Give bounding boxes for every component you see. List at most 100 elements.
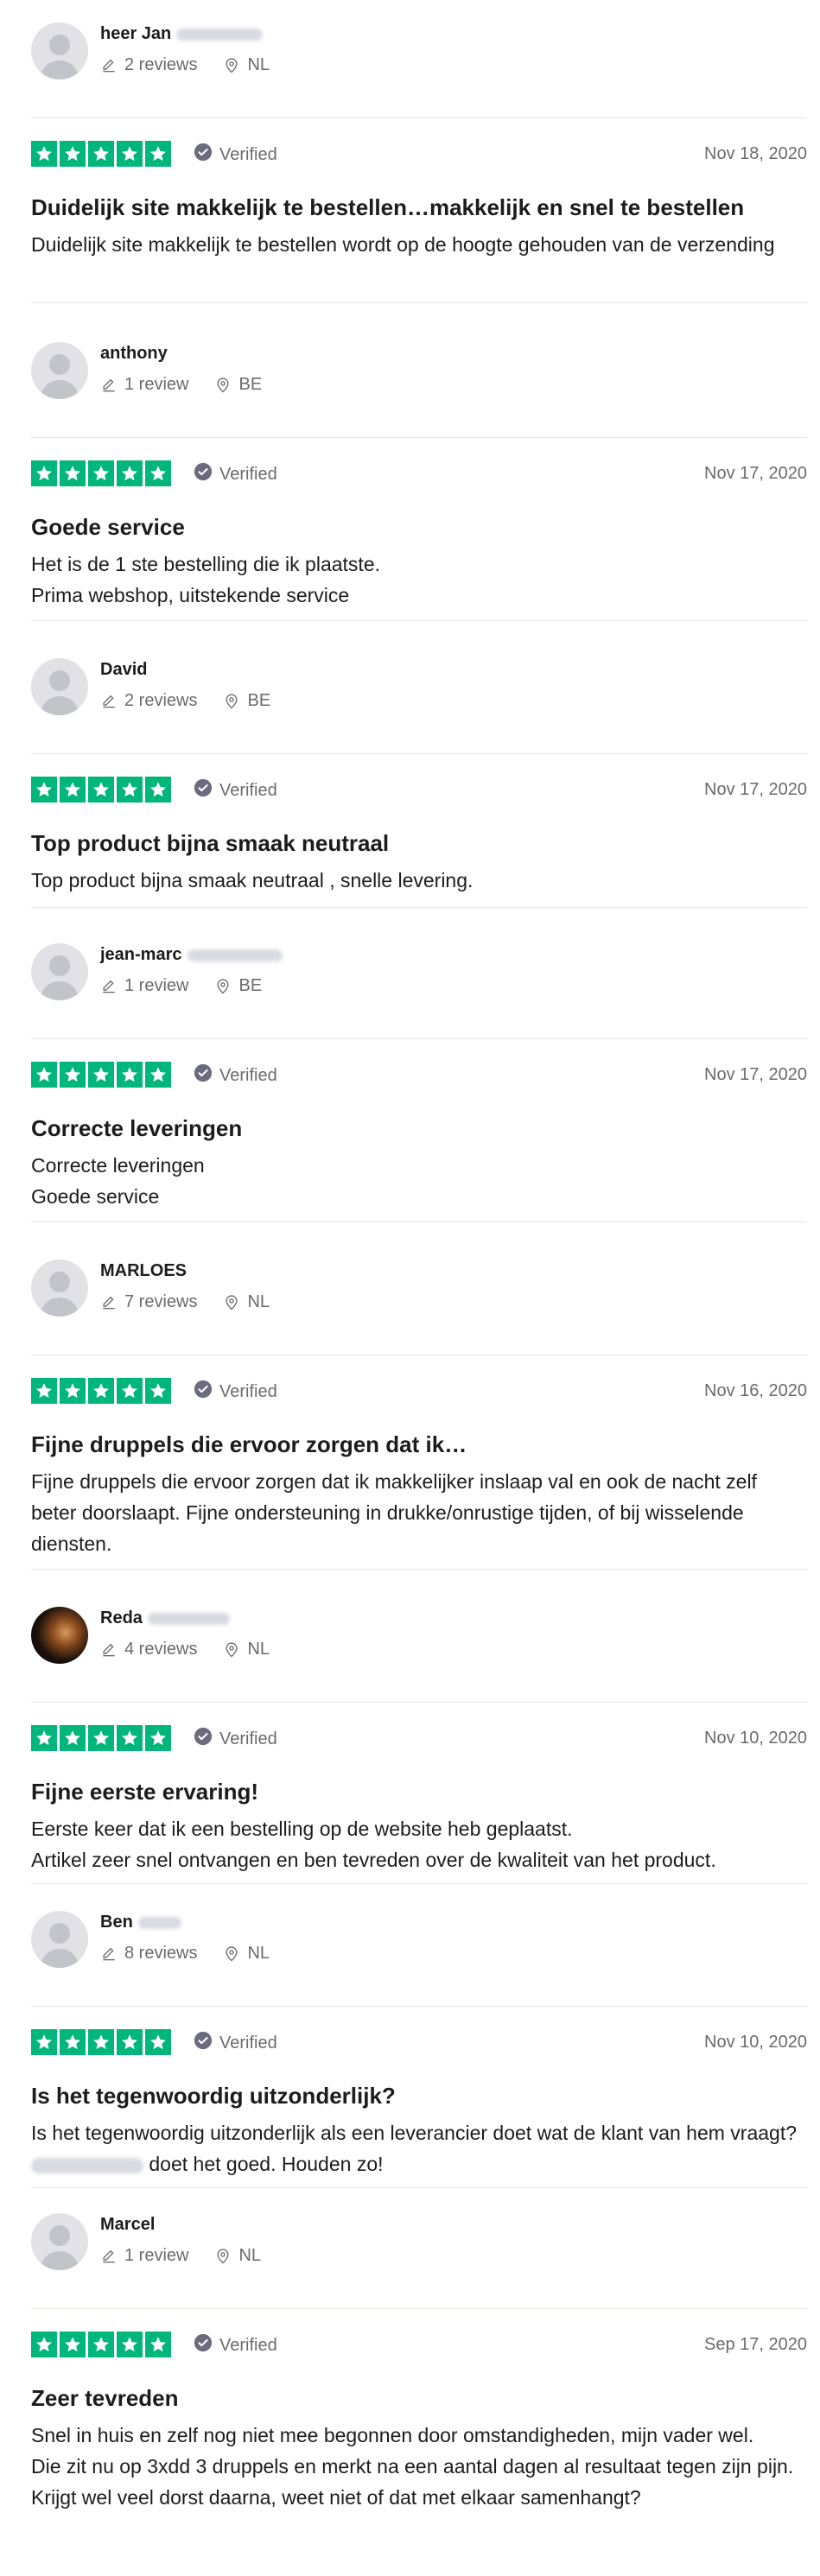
review-body-text: doet het goed. Houden zo! <box>149 2153 384 2175</box>
check-circle-icon <box>194 143 213 167</box>
review-separator <box>31 907 807 908</box>
reviewer-name[interactable]: anthony <box>100 344 168 364</box>
reviewer-name[interactable]: Reda <box>100 1608 230 1628</box>
rating-row: Verified Nov 17, 2020 <box>31 438 807 511</box>
avatar[interactable] <box>31 943 88 1000</box>
star-icon <box>88 1378 114 1404</box>
reviewer-name-text[interactable]: MARLOES <box>100 1261 187 1281</box>
review-header: Marcel 1 review NL <box>31 2191 807 2308</box>
star-rating <box>31 2029 171 2055</box>
review-body-line: Krijgt wel veel dorst daarna, weet niet … <box>31 2486 641 2509</box>
review-body-line: Die zit nu op 3xdd 3 druppels en merkt n… <box>31 2455 794 2478</box>
reviewer-name-text[interactable]: David <box>100 660 147 680</box>
review-body: Is het tegenwoordig uitzonderlijk als ee… <box>31 2117 807 2179</box>
reviewer-meta: 7 reviews NL <box>100 1292 296 1312</box>
check-circle-icon <box>194 2031 213 2055</box>
country-code: NL <box>247 1944 270 1963</box>
review-count: 1 review <box>100 375 188 395</box>
verified-badge[interactable]: Verified <box>194 1063 277 1088</box>
star-icon <box>145 2029 171 2055</box>
review-title[interactable]: Goede service <box>31 512 807 542</box>
review-title[interactable]: Fijne eerste ervaring! <box>31 1777 807 1806</box>
verified-badge[interactable]: Verified <box>194 2031 277 2055</box>
review-date: Nov 18, 2020 <box>704 144 807 163</box>
verified-label: Verified <box>219 1381 277 1401</box>
verified-badge[interactable]: Verified <box>194 2333 277 2357</box>
reviewer-name-text[interactable]: Marcel <box>100 2215 155 2235</box>
reviewer-name[interactable]: heer Jan <box>100 24 264 44</box>
reviewer-name-text[interactable]: heer Jan <box>100 24 171 44</box>
country-code: NL <box>247 1292 270 1311</box>
review-title[interactable]: Top product bijna smaak neutraal <box>31 828 807 858</box>
verified-badge[interactable]: Verified <box>194 143 277 167</box>
verified-badge[interactable]: Verified <box>194 1380 277 1404</box>
review-body: Top product bijna smaak neutraal , snell… <box>31 865 807 896</box>
reviewer-name-text[interactable]: jean-marc <box>100 945 182 965</box>
review-count: 4 reviews <box>100 1640 197 1659</box>
star-icon <box>88 2029 114 2055</box>
review-body-line: Snel in huis en zelf nog niet mee begonn… <box>31 2424 754 2446</box>
review-title[interactable]: Duidelijk site makkelijk te bestellen…ma… <box>31 193 807 222</box>
review-card: Reda 4 reviews NL Verified Nov 10, 2020 Fijne… <box>31 1584 807 1875</box>
review-card: Ben 8 reviews NL Verified Nov 10, 2020 Is het… <box>31 1888 807 2179</box>
reviewer-name-text[interactable]: Ben <box>100 1913 133 1932</box>
review-title[interactable]: Correcte leveringen <box>31 1114 807 1143</box>
review-separator <box>31 1221 807 1222</box>
star-icon <box>31 2332 57 2357</box>
avatar[interactable] <box>31 1259 88 1317</box>
review-body-line: Het is de 1 ste bestelling die ik plaats… <box>31 553 381 575</box>
review-separator <box>31 620 807 621</box>
review-count-text: 7 reviews <box>124 1292 198 1311</box>
reviewer-name[interactable]: Ben <box>100 1913 181 1932</box>
star-icon <box>145 1062 171 1088</box>
reviewer-meta: 1 review NL <box>100 2246 287 2266</box>
verified-label: Verified <box>219 464 277 484</box>
avatar[interactable] <box>31 1911 88 1968</box>
review-card: jean-marc 1 review BE Verified Nov 17, 2020 C… <box>31 921 807 1212</box>
avatar[interactable] <box>31 2213 88 2270</box>
avatar[interactable] <box>31 1607 88 1664</box>
verified-label: Verified <box>219 1065 277 1085</box>
star-icon <box>88 141 114 167</box>
reviewer-name-text[interactable]: Reda <box>100 1608 143 1628</box>
star-rating <box>31 1062 171 1088</box>
review-title[interactable]: Fijne druppels die ervoor zorgen dat ik… <box>31 1430 807 1459</box>
star-icon <box>88 1725 114 1751</box>
check-circle-icon <box>194 1063 213 1088</box>
review-title[interactable]: Zeer tevreden <box>31 2383 807 2413</box>
review-date: Nov 17, 2020 <box>704 780 807 799</box>
pencil-icon <box>100 693 118 710</box>
rating-row: Verified Nov 17, 2020 <box>31 1039 807 1112</box>
star-icon <box>145 777 171 803</box>
review-count: 1 review <box>100 976 188 996</box>
review-body: Snel in huis en zelf nog niet mee begonn… <box>31 2420 807 2513</box>
check-circle-icon <box>194 462 213 486</box>
star-icon <box>117 141 143 167</box>
star-icon <box>31 1725 57 1751</box>
review-body-text: Is het tegenwoordig uitzonderlijk als ee… <box>31 2122 798 2144</box>
star-icon <box>117 2029 143 2055</box>
reviewer-name-text[interactable]: anthony <box>100 344 168 364</box>
verified-badge[interactable]: Verified <box>194 462 277 486</box>
avatar[interactable] <box>31 22 88 79</box>
reviewer-name[interactable]: Marcel <box>100 2215 155 2235</box>
avatar[interactable] <box>31 658 88 715</box>
reviewer-name[interactable]: David <box>100 660 147 680</box>
verified-badge[interactable]: Verified <box>194 778 277 803</box>
location-pin-icon <box>223 1945 240 1963</box>
star-icon <box>117 777 143 803</box>
pencil-icon <box>100 2248 118 2265</box>
star-icon <box>117 460 143 486</box>
avatar[interactable] <box>31 342 88 399</box>
verified-badge[interactable]: Verified <box>194 1727 277 1751</box>
review-count-text: 1 review <box>124 976 189 995</box>
review-count-text: 1 review <box>124 375 189 394</box>
star-icon <box>145 460 171 486</box>
review-count-text: 8 reviews <box>124 1944 198 1963</box>
review-body-line: Prima webshop, uitstekende service <box>31 584 350 606</box>
reviewer-name[interactable]: jean-marc <box>100 945 283 965</box>
reviewer-name[interactable]: MARLOES <box>100 1261 187 1281</box>
review-title[interactable]: Is het tegenwoordig uitzonderlijk? <box>31 2081 807 2110</box>
review-separator <box>31 1883 807 1884</box>
review-body-line: Goede service <box>31 1185 160 1208</box>
